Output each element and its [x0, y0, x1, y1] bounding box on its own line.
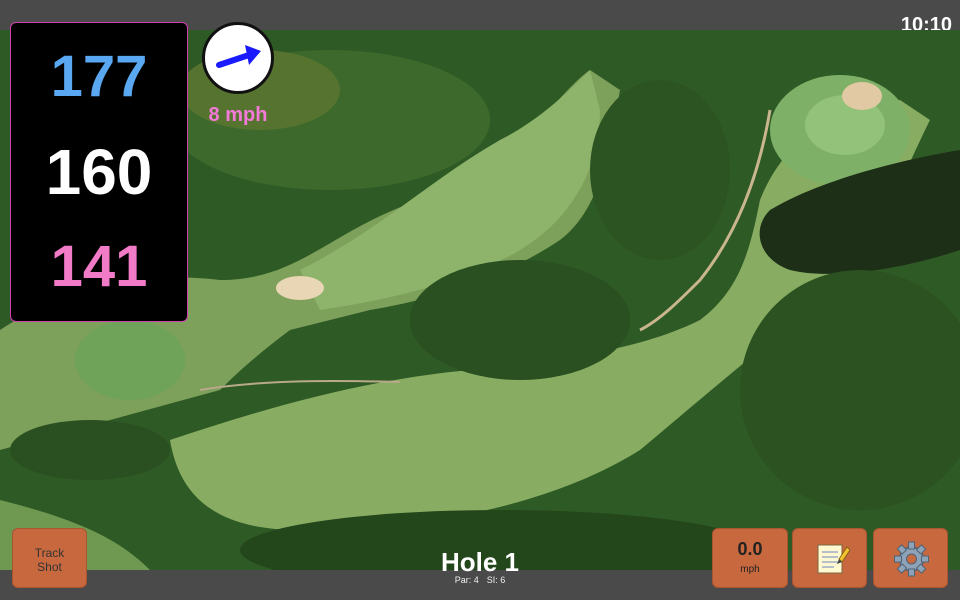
track-shot-button[interactable]: Track Shot [12, 528, 87, 588]
speed-unit: mph [740, 564, 760, 575]
track-shot-label-line1: Track [34, 546, 65, 560]
settings-button[interactable] [873, 528, 948, 588]
back-yardage: 177 [50, 44, 148, 109]
notepad-icon [817, 544, 851, 574]
track-shot-label-line2: Shot [37, 560, 62, 574]
wind-indicator [202, 22, 274, 94]
notes-button[interactable] [792, 528, 867, 588]
yardage-panel: 177 160 141 [10, 22, 188, 322]
speed-button[interactable]: 0.0 mph [712, 528, 788, 588]
hole-title: Hole 1 [440, 547, 520, 577]
middle-yardage: 160 [45, 136, 153, 208]
wind-speed: 8 mph [208, 104, 268, 126]
speed-value: 0.0 [737, 539, 763, 559]
gear-icon [894, 541, 929, 577]
hole-info: Hole 1 Par: 4 SI: 6 [380, 548, 580, 585]
wind-arrow-icon [216, 45, 261, 68]
hole-si: SI: 6 [486, 575, 506, 585]
hole-par: Par: 4 [454, 575, 479, 585]
hole-meta: Par: 4 SI: 6 [380, 575, 580, 585]
front-yardage: 141 [50, 234, 148, 299]
